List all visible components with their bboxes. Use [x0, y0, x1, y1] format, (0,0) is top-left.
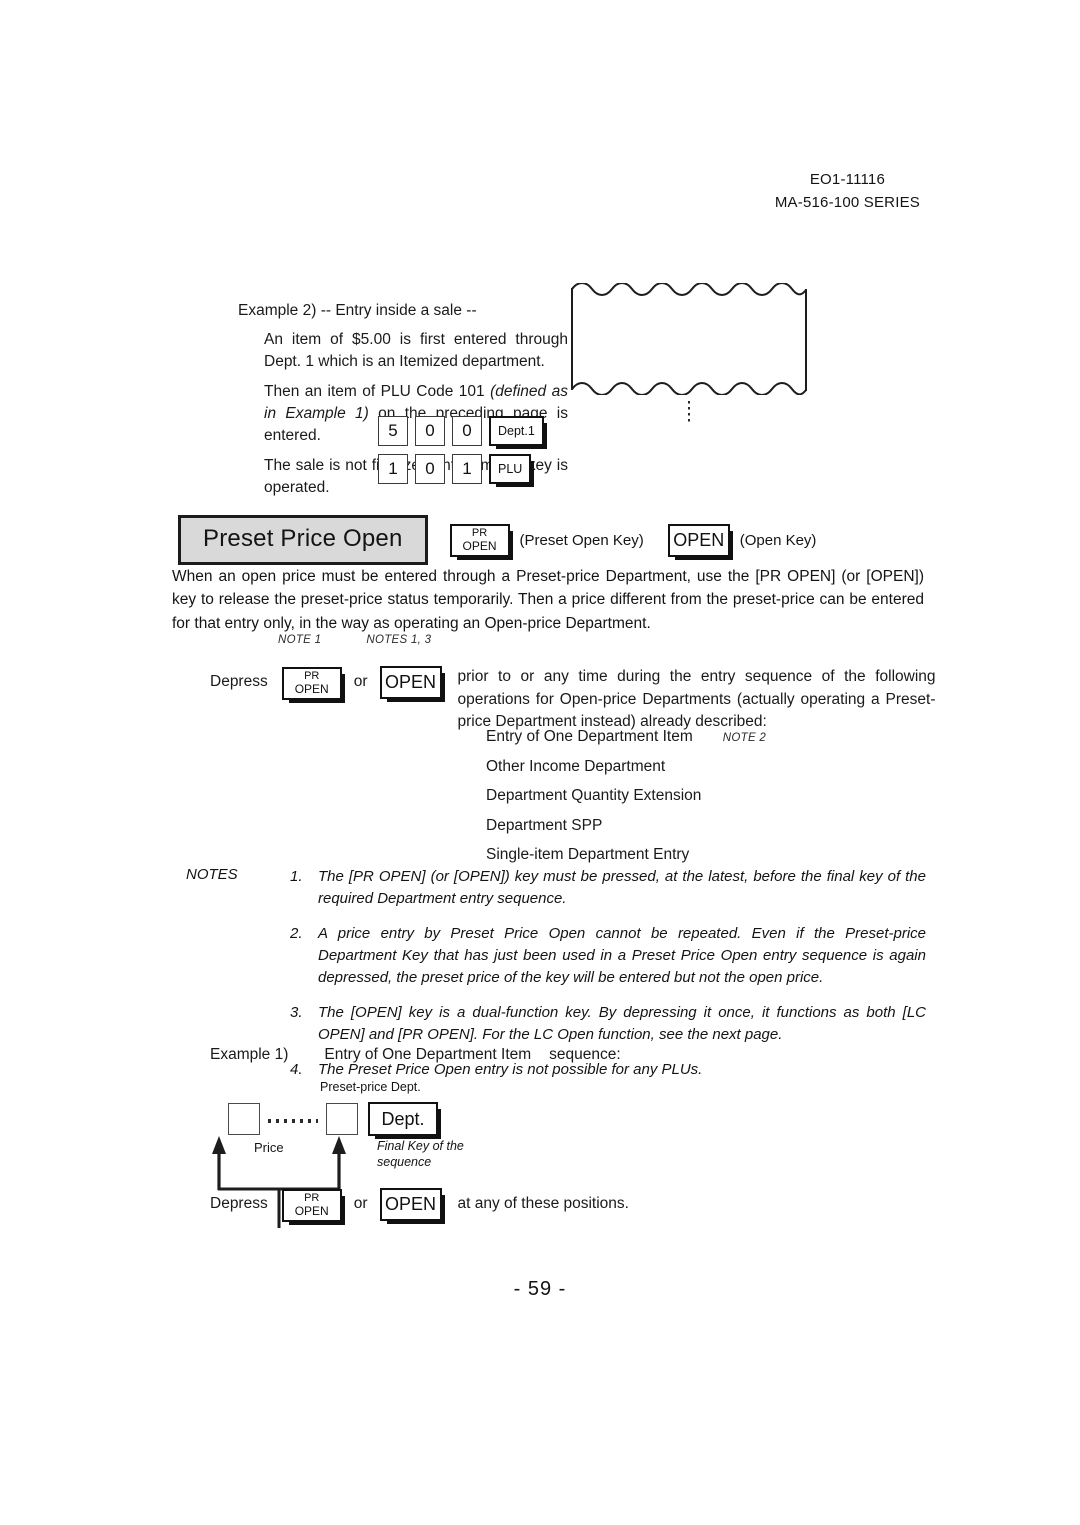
- heading-key-legend: PR OPEN (Preset Open Key) OPEN (Open Key…: [449, 523, 817, 560]
- depress-label: Depress: [210, 1195, 268, 1212]
- example-1-depress-row: Depress PR OPEN or OPEN at any of these …: [210, 1188, 629, 1225]
- section-heading-row: Preset Price Open PR OPEN (Preset Open K…: [178, 515, 816, 565]
- key-sequence-row: 1 0 1 PLU: [378, 454, 544, 487]
- example-1-title: Example 1) Entry of One Department Item se…: [210, 1046, 621, 1064]
- operation-label: Department SPP: [486, 816, 603, 834]
- depress-label: Depress: [210, 673, 268, 690]
- note-number: 1.: [290, 868, 303, 885]
- dept-key[interactable]: Dept.: [368, 1102, 441, 1139]
- note-entry: 3. The [OPEN] key is a dual-function key…: [290, 1002, 926, 1046]
- key-cap[interactable]: Dept.1: [489, 416, 547, 449]
- operation-label: Single-item Department Entry: [486, 846, 690, 863]
- document-code: EO1-11116: [809, 171, 886, 188]
- open-key[interactable]: OPEN: [379, 666, 445, 702]
- digit-key[interactable]: 1: [378, 454, 408, 484]
- list-item: Department SPP: [486, 816, 766, 834]
- example-2-title: Example 2) -- Entry inside a sale --: [238, 302, 477, 319]
- operation-label: Other Income Department: [486, 757, 666, 775]
- operation-label: Department Quantity Extension: [486, 787, 702, 804]
- or-label: or: [353, 673, 368, 690]
- open-key[interactable]: OPEN: [379, 1188, 445, 1224]
- key-cap[interactable]: OPEN: [667, 523, 733, 560]
- note-text: The [PR OPEN] (or [OPEN]) key must be pr…: [318, 868, 926, 908]
- key-cap[interactable]: 0: [452, 416, 482, 446]
- para2-part-a: Then an item of PLU Code 101: [264, 383, 491, 400]
- operation-note-tag: NOTE 2: [722, 732, 767, 744]
- pr-open-key-line2: OPEN: [294, 1203, 329, 1218]
- depress-tail-text: at any of these positions.: [457, 1195, 629, 1212]
- example-1-operation: Entry of One Department Item: [324, 1046, 532, 1063]
- key-cap[interactable]: 0: [415, 416, 445, 446]
- key-cap[interactable]: 5: [378, 416, 408, 446]
- pr-open-key[interactable]: PR OPEN: [281, 1188, 345, 1225]
- note-number: 2.: [290, 925, 303, 943]
- pr-open-key[interactable]: PR OPEN: [449, 523, 513, 560]
- key-cap[interactable]: 1: [452, 454, 482, 484]
- key-cap[interactable]: PR OPEN: [449, 523, 513, 560]
- depress-description: prior to or any time during the entry se…: [457, 668, 936, 731]
- key-cap[interactable]: 0: [415, 454, 445, 484]
- digit-key[interactable]: 5: [378, 416, 408, 446]
- note-number: 3.: [290, 1004, 303, 1022]
- dept-key[interactable]: Dept.1: [489, 416, 547, 449]
- key-sequence-row: 5 0 0 Dept.1: [378, 416, 547, 449]
- notes-heading: NOTES: [186, 866, 238, 883]
- page-number: - 59 -: [513, 1278, 567, 1300]
- example-2-key-sequence: 5 0 0 Dept.1 1 0 1 PLU: [378, 416, 547, 492]
- pr-open-key-line2: OPEN: [462, 538, 497, 553]
- key-cap[interactable]: OPEN: [379, 1188, 445, 1224]
- key-cap[interactable]: PR OPEN: [281, 1188, 345, 1225]
- example-1-label: Example 1): [210, 1046, 289, 1063]
- pr-open-key-line2: OPEN: [294, 681, 329, 696]
- note-tag-left: NOTE 1: [278, 634, 322, 646]
- list-item: Entry of One Department Item NOTE 2: [486, 729, 766, 745]
- pr-open-key[interactable]: PR OPEN: [281, 666, 345, 703]
- digit-key[interactable]: 0: [452, 416, 482, 446]
- operation-label: Entry of One Department Item: [486, 728, 693, 745]
- section-intro-paragraph: When an open price must be entered throu…: [172, 568, 924, 632]
- receipt-continuation-dots: [688, 401, 690, 423]
- operations-list: Entry of One Department Item NOTE 2 Othe…: [486, 729, 766, 877]
- receipt-torn-paper-shape: [571, 283, 807, 395]
- document-header: EO1-11116 MA-516-100 SERIES: [775, 168, 920, 215]
- list-item: Department Quantity Extension: [486, 788, 766, 804]
- pr-open-key-line1: PR: [304, 1192, 320, 1204]
- plu-key[interactable]: PLU: [489, 454, 535, 487]
- open-caption: (Open Key): [739, 531, 817, 549]
- list-item: Single-item Department Entry: [486, 847, 766, 863]
- key-cap[interactable]: PLU: [489, 454, 535, 487]
- receipt-illustration: [570, 283, 808, 423]
- section-title: Preset Price Open: [178, 515, 428, 565]
- key-cap[interactable]: PR OPEN: [281, 666, 345, 703]
- depress-instruction-row: Depress PR OPEN or OPEN prior to or any …: [210, 666, 936, 734]
- note-text: A price entry by Preset Price Open canno…: [318, 925, 926, 987]
- note-tag-row: NOTE 1 NOTES 1, 3: [278, 634, 431, 646]
- key-cap[interactable]: 1: [378, 454, 408, 484]
- or-label: or: [353, 1195, 368, 1212]
- list-item: Other Income Department: [486, 757, 766, 775]
- key-cap[interactable]: Dept.: [358, 1102, 441, 1139]
- note-tag-right: NOTES 1, 3: [366, 634, 432, 646]
- note-text: The [OPEN] key is a dual-function key. B…: [318, 1004, 926, 1044]
- example-1-suffix: sequence:: [549, 1046, 621, 1063]
- pr-open-caption: (Preset Open Key): [519, 531, 644, 549]
- open-key[interactable]: OPEN: [667, 523, 733, 560]
- key-cap[interactable]: OPEN: [379, 666, 445, 702]
- pr-open-key-line1: PR: [304, 670, 320, 682]
- example-2-paragraph-1: An item of $5.00 is first entered throug…: [264, 331, 568, 370]
- digit-key[interactable]: 1: [452, 454, 482, 484]
- digit-key[interactable]: 0: [415, 416, 445, 446]
- document-page: EO1-11116 MA-516-100 SERIES Example 2) -…: [0, 0, 1080, 1525]
- note-entry: 1. The [PR OPEN] (or [OPEN]) key must be…: [290, 866, 926, 910]
- note-entry: 2. A price entry by Preset Price Open ca…: [290, 923, 926, 989]
- document-series: MA-516-100 SERIES: [774, 194, 920, 212]
- digit-key[interactable]: 0: [415, 454, 445, 484]
